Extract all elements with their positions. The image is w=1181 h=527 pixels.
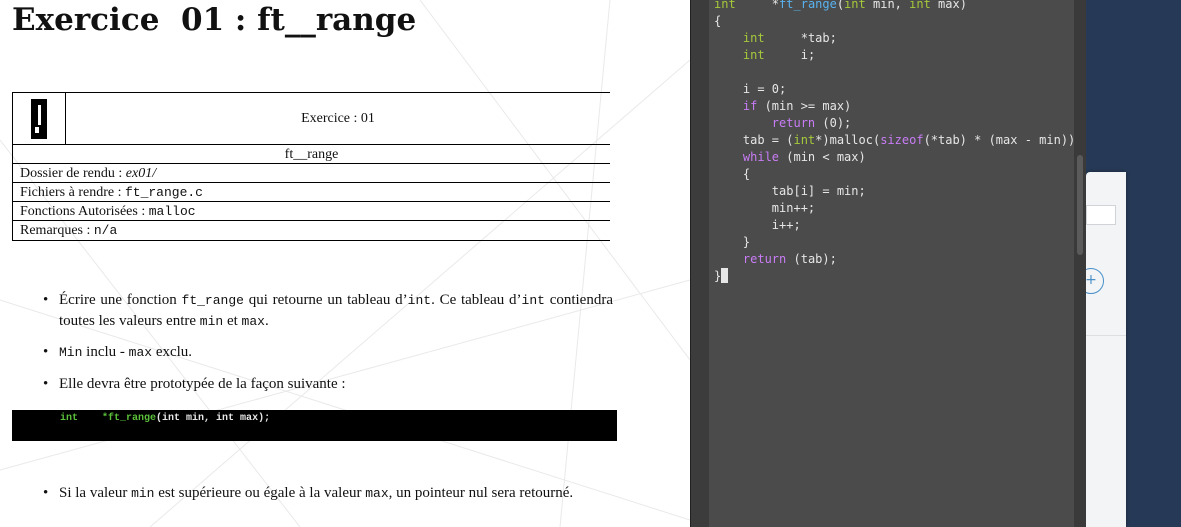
editor-scrollbar[interactable] xyxy=(1074,0,1086,527)
info-row-value: malloc xyxy=(148,204,196,219)
code-line[interactable]: if (min >= max) xyxy=(714,98,1074,115)
code-token: { xyxy=(714,14,722,28)
info-row-fonctions: Fonctions Autorisées : malloc xyxy=(13,202,610,221)
bullet-dot: • xyxy=(43,292,49,308)
info-row-label: Remarques : xyxy=(20,223,94,238)
code-token: * xyxy=(735,0,780,11)
info-row-label: Fichiers à rendre : xyxy=(20,185,125,200)
exercise-label: Exercice : 01 xyxy=(301,111,375,126)
background-app-window[interactable] xyxy=(1086,172,1126,527)
code-token: max) xyxy=(930,0,967,11)
code-content[interactable]: int *ft_range(int min, int max){ int *ta… xyxy=(714,0,1074,285)
code-token: i++; xyxy=(714,218,801,232)
bullet-text: Si la valeur min est supérieure ou égale… xyxy=(59,485,574,501)
exercise-name: ft__range xyxy=(13,145,610,164)
code-token: int xyxy=(742,48,765,62)
code-token: ft_range xyxy=(779,0,837,11)
pdf-viewer: Exercice 01 : ft__range Exercice : 01 ft… xyxy=(0,0,690,527)
code-token: int xyxy=(714,0,736,11)
code-line[interactable]: return (tab); xyxy=(714,251,1074,268)
code-token: *)malloc( xyxy=(815,133,881,147)
code-editor[interactable]: int *ft_range(int min, int max){ int *ta… xyxy=(709,0,1074,527)
code-line[interactable]: while (min < max) xyxy=(714,149,1074,166)
code-line[interactable]: i = 0; xyxy=(714,81,1074,98)
code-token: int xyxy=(844,0,866,11)
code-line[interactable]: i++; xyxy=(714,217,1074,234)
exercise-info-table: Exercice : 01 ft__range Dossier de rendu… xyxy=(12,92,610,241)
code-token: } xyxy=(714,269,722,283)
code-line[interactable]: { xyxy=(714,166,1074,183)
code-token: i; xyxy=(764,48,816,62)
code-line[interactable] xyxy=(714,64,1074,81)
divider xyxy=(1086,335,1126,336)
code-token: min++; xyxy=(714,201,816,215)
code-line[interactable]: } xyxy=(714,234,1074,251)
prototype-line: int *ft_range(int min, int max); xyxy=(60,413,271,424)
code-token: return xyxy=(771,116,816,130)
code-token: (min >= max) xyxy=(757,99,852,113)
code-token: return xyxy=(742,252,787,266)
info-header-row: Exercice : 01 xyxy=(13,93,610,145)
code-token: if xyxy=(742,99,758,113)
bullet-dot: • xyxy=(43,376,49,392)
code-token: int xyxy=(909,0,931,11)
code-token: (tab); xyxy=(786,252,837,266)
code-token: { xyxy=(714,167,751,181)
code-line[interactable]: int *ft_range(int min, int max) xyxy=(714,0,1074,13)
info-row-fichiers: Fichiers à rendre : ft_range.c xyxy=(13,183,610,202)
code-line[interactable]: tab = (int*)malloc(sizeof(*tab) * (max -… xyxy=(714,132,1074,149)
code-line[interactable]: return (0); xyxy=(714,115,1074,132)
logo-icon xyxy=(31,99,47,139)
code-line[interactable]: tab[i] = min; xyxy=(714,183,1074,200)
code-line[interactable]: } xyxy=(714,268,1074,285)
code-token: int xyxy=(742,31,765,45)
code-token: (*tab) * (max - min)); xyxy=(923,133,1074,147)
code-token: tab[i] = min; xyxy=(714,184,866,198)
code-token: int xyxy=(793,133,816,147)
code-token: i = 0; xyxy=(714,82,787,96)
prototype-code-block: int *ft_range(int min, int max); xyxy=(12,410,617,441)
bullet-dot: • xyxy=(43,344,49,360)
bullet-dot: • xyxy=(43,485,49,501)
code-line[interactable]: min++; xyxy=(714,200,1074,217)
background-watermark-lines xyxy=(0,0,690,527)
bullet-text: Min inclu - max exclu. xyxy=(59,344,193,360)
info-row-value: n/a xyxy=(93,223,118,238)
code-line[interactable]: int i; xyxy=(714,47,1074,64)
background-app-input[interactable] xyxy=(1086,205,1116,225)
code-token: } xyxy=(714,235,751,249)
page-title: Exercice 01 : ft__range xyxy=(12,2,417,38)
info-row-remarques: Remarques : n/a xyxy=(13,221,610,240)
editor-gutter xyxy=(690,0,709,527)
text-cursor xyxy=(721,268,729,283)
info-row-dossier: Dossier de rendu : ex01/ xyxy=(13,164,610,183)
code-token: ( xyxy=(836,0,845,11)
school-logo xyxy=(13,93,66,144)
scrollbar-thumb[interactable] xyxy=(1077,155,1083,255)
code-line[interactable]: int *tab; xyxy=(714,30,1074,47)
info-row-label: Dossier de rendu : xyxy=(20,166,126,181)
code-token: (0); xyxy=(815,116,852,130)
code-token: sizeof xyxy=(880,133,924,147)
code-line[interactable]: { xyxy=(714,13,1074,30)
code-token: min, xyxy=(865,0,910,11)
code-token: *tab; xyxy=(764,31,837,45)
code-token: tab = ( xyxy=(714,133,794,147)
info-row-value: ft_range.c xyxy=(124,185,203,200)
info-row-value: ex01/ xyxy=(125,166,157,181)
info-row-label: Fonctions Autorisées : xyxy=(20,204,149,219)
bullet-text: Elle devra être prototypée de la façon s… xyxy=(59,376,346,392)
code-token: (min < max) xyxy=(779,150,866,164)
code-token: while xyxy=(742,150,780,164)
bullet-text: Écrire une fonction ft_range qui retourn… xyxy=(59,292,613,329)
